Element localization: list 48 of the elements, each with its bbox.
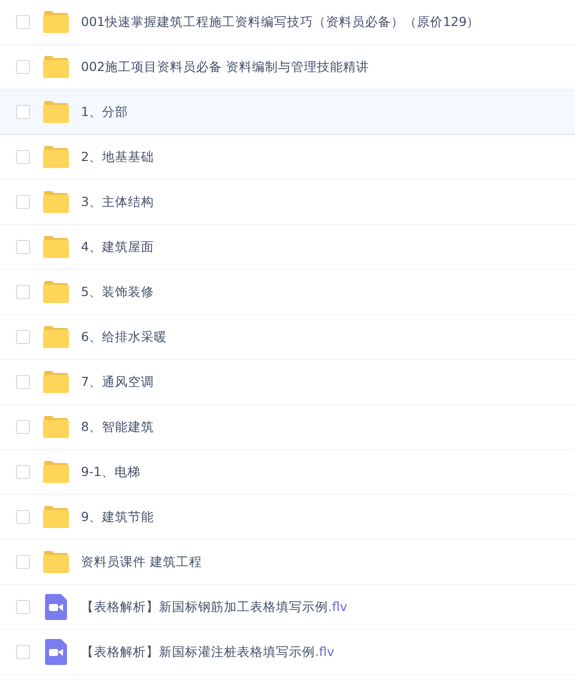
checkbox[interactable] — [16, 375, 30, 389]
folder-icon — [43, 236, 69, 258]
checkbox[interactable] — [16, 60, 30, 74]
folder-icon — [43, 191, 69, 213]
file-extension: .flv — [328, 598, 348, 616]
checkbox[interactable] — [16, 240, 30, 254]
checkbox[interactable] — [16, 420, 30, 434]
file-name: 4、建筑屋面 — [81, 238, 154, 256]
folder-icon — [43, 281, 69, 303]
checkbox[interactable] — [16, 330, 30, 344]
folder-icon — [43, 461, 69, 483]
checkbox[interactable] — [16, 15, 30, 29]
file-name: 9、建筑节能 — [81, 508, 154, 526]
checkbox[interactable] — [16, 600, 30, 614]
folder-icon — [43, 326, 69, 348]
file-name: 【表格解析】新国标灌注桩表格填写示例 — [81, 642, 315, 661]
checkbox[interactable] — [16, 285, 30, 299]
file-name: 3、主体结构 — [81, 192, 154, 211]
folder-icon — [43, 56, 69, 78]
folder-icon — [43, 146, 69, 168]
file-extension: .flv — [315, 642, 334, 661]
file-name: 002施工项目资料员必备 资料编制与管理技能精讲 — [81, 58, 369, 76]
file-name: 9-1、电梯 — [81, 462, 140, 481]
folder-icon — [43, 371, 69, 393]
checkbox[interactable] — [16, 645, 30, 659]
checkbox[interactable] — [16, 150, 30, 164]
checkbox[interactable] — [16, 105, 30, 119]
folder-icon — [43, 11, 69, 33]
folder-icon — [43, 551, 69, 573]
checkbox[interactable] — [16, 195, 30, 209]
folder-icon — [43, 416, 69, 438]
file-name: 【表格解析】新国标钢筋加工表格填写示例 — [81, 598, 328, 616]
file-name: 001快速掌握建筑工程施工资料编写技巧（资料员必备）（原价129） — [81, 12, 480, 31]
file-name: 5、装饰装修 — [81, 282, 154, 301]
file-row[interactable]: 1、分部 — [0, 90, 575, 135]
file-name: 资料员课件 建筑工程 — [81, 552, 202, 571]
checkbox[interactable] — [16, 465, 30, 479]
file-name: 8、智能建筑 — [81, 418, 154, 436]
file-name: 1、分部 — [81, 102, 128, 121]
file-name: 7、通风空调 — [81, 372, 154, 391]
checkbox[interactable] — [16, 555, 30, 569]
video-file-icon — [45, 639, 67, 665]
file-name: 6、给排水采暖 — [81, 328, 167, 346]
video-file-icon — [45, 594, 67, 620]
folder-icon — [43, 506, 69, 528]
folder-icon — [43, 101, 69, 123]
checkbox[interactable] — [16, 510, 30, 524]
file-name: 2、地基基础 — [81, 148, 154, 166]
